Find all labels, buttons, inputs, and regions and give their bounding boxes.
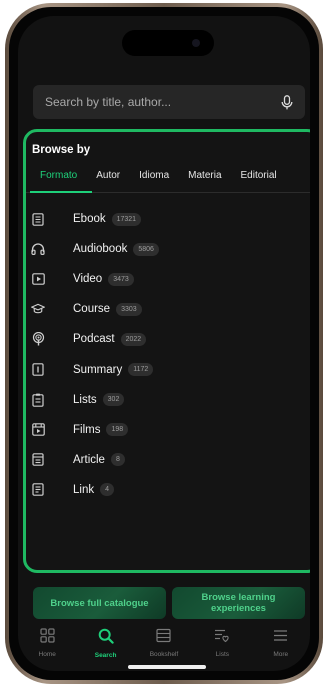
browse-tabs: Formato Autor Idioma Materia Editorial <box>40 170 310 190</box>
list-item-video[interactable]: Video 3473 <box>26 264 310 294</box>
list-item-podcast[interactable]: Podcast 2022 <box>26 324 310 354</box>
microphone-icon[interactable] <box>279 94 295 110</box>
camera-icon <box>192 39 200 47</box>
menu-icon <box>273 628 288 648</box>
bottom-tab-bar: Home Search Bookshelf Lists More <box>18 622 310 671</box>
nav-home[interactable]: Home <box>19 628 75 658</box>
count-badge: 5806 <box>133 242 159 256</box>
list-item-course[interactable]: Course 3303 <box>26 294 310 324</box>
tab-idioma[interactable]: Idioma <box>139 170 169 190</box>
tab-materia[interactable]: Materia <box>188 170 221 190</box>
nav-label: Home <box>38 651 56 658</box>
nav-label: Search <box>94 652 117 659</box>
play-icon <box>31 272 45 286</box>
active-tab-indicator <box>30 191 92 193</box>
list-item-link[interactable]: Link 4 <box>26 475 310 505</box>
bookshelf-icon <box>156 628 172 648</box>
nav-search[interactable]: Search <box>78 628 134 659</box>
browse-actions: Browse full catalogue Browse learning ex… <box>33 587 305 619</box>
list-item-audiobook[interactable]: Audiobook 5806 <box>26 234 310 264</box>
item-label: Audiobook <box>73 243 128 256</box>
count-badge: 3473 <box>108 272 134 286</box>
grid-icon <box>40 628 55 648</box>
home-indicator[interactable] <box>128 665 206 669</box>
browse-full-catalogue-button[interactable]: Browse full catalogue <box>33 587 166 619</box>
tab-divider <box>26 191 310 193</box>
tab-autor[interactable]: Autor <box>96 170 120 190</box>
item-label: Lists <box>73 393 97 406</box>
nav-label: Bookshelf <box>149 651 179 658</box>
tab-editorial[interactable]: Editorial <box>241 170 277 190</box>
search-input[interactable] <box>43 94 279 110</box>
list-item-summary[interactable]: Summary 1172 <box>26 354 310 384</box>
search-bar[interactable] <box>33 85 305 119</box>
list-item-article[interactable]: Article 8 <box>26 445 310 475</box>
count-badge: 198 <box>106 423 129 437</box>
search-icon <box>98 628 114 649</box>
nav-label: More <box>273 651 289 658</box>
graduation-cap-icon <box>31 302 45 316</box>
browse-learning-experiences-button[interactable]: Browse learning experiences <box>172 587 305 619</box>
app-screen: Browse by Formato Autor Idioma Materia E… <box>18 16 310 671</box>
list-heart-icon <box>214 628 230 648</box>
dynamic-island <box>122 30 214 56</box>
tab-formato[interactable]: Formato <box>40 170 77 190</box>
format-list: Ebook 17321 Audiobook 5806 Video 3473 Co… <box>26 204 310 505</box>
count-badge: 8 <box>110 453 125 467</box>
item-label: Podcast <box>73 333 115 346</box>
list-item-ebook[interactable]: Ebook 17321 <box>26 204 310 234</box>
book-icon <box>31 212 45 226</box>
count-badge: 302 <box>102 393 125 407</box>
nav-bookshelf[interactable]: Bookshelf <box>136 628 192 658</box>
phone-frame: Browse by Formato Autor Idioma Materia E… <box>5 3 323 684</box>
count-badge: 2022 <box>120 332 147 346</box>
article-icon <box>31 453 45 467</box>
nav-lists[interactable]: Lists <box>194 628 250 658</box>
film-icon <box>31 423 45 437</box>
browse-title: Browse by <box>32 144 91 156</box>
headphones-icon <box>31 242 45 256</box>
phone-bezel: Browse by Formato Autor Idioma Materia E… <box>9 7 319 680</box>
list-item-films[interactable]: Films 198 <box>26 415 310 445</box>
item-label: Course <box>73 303 111 316</box>
count-badge: 17321 <box>111 212 142 226</box>
clipboard-icon <box>31 393 45 407</box>
podcast-icon <box>31 332 45 346</box>
nav-more[interactable]: More <box>253 628 309 658</box>
browse-panel: Browse by Formato Autor Idioma Materia E… <box>23 129 310 573</box>
count-badge: 1172 <box>128 363 154 377</box>
item-label: Ebook <box>73 213 106 226</box>
item-label: Films <box>73 423 101 436</box>
item-label: Video <box>73 273 103 286</box>
count-badge: 4 <box>100 483 115 497</box>
count-badge: 3303 <box>116 302 142 316</box>
nav-label: Lists <box>215 651 230 658</box>
link-icon <box>31 483 45 497</box>
item-label: Summary <box>73 363 123 376</box>
summary-icon <box>31 363 45 377</box>
item-label: Article <box>73 453 105 466</box>
list-item-lists[interactable]: Lists 302 <box>26 385 310 415</box>
item-label: Link <box>73 483 95 496</box>
